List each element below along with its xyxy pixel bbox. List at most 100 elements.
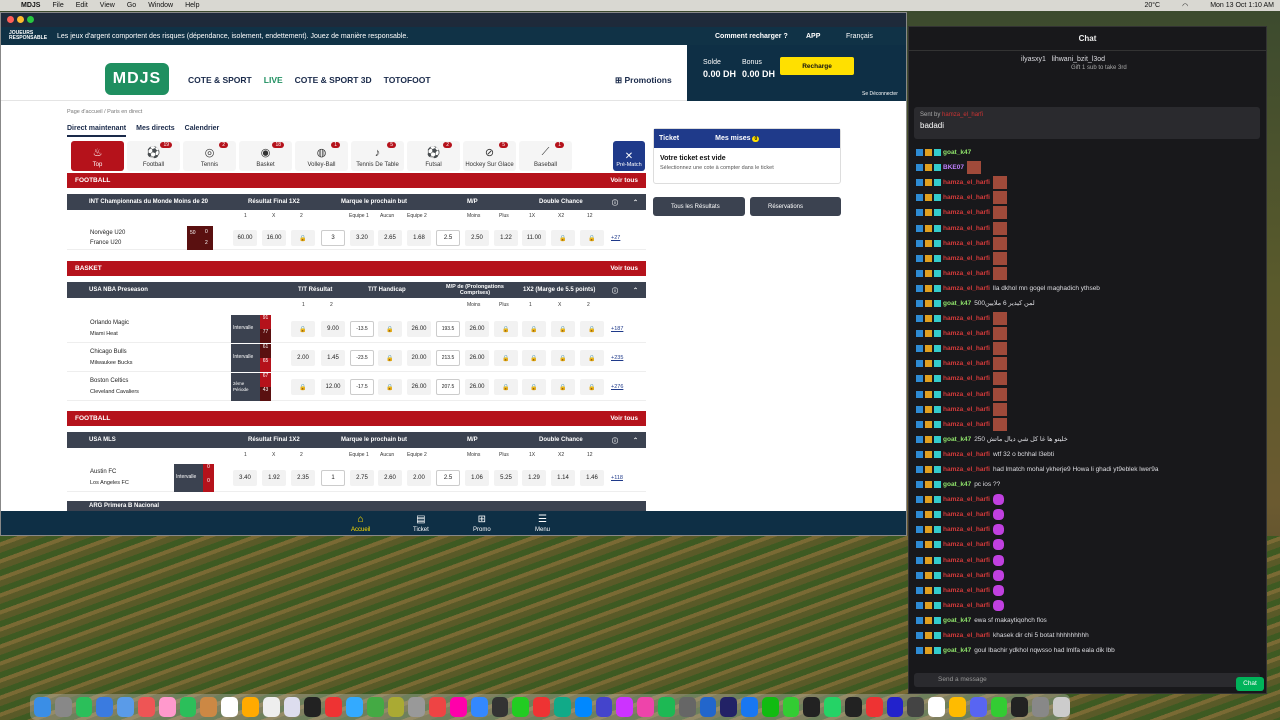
mdjs-logo[interactable]: MDJS [105,63,169,95]
sport-volleyball[interactable]: 1 ◍ Volley-Ball [295,141,348,171]
chat-username[interactable]: goat_k47 [943,647,971,654]
nav-promo[interactable]: ⊞ Promo [473,514,491,533]
dock-app-icon[interactable] [678,697,696,717]
info-icon[interactable]: ⓘ [612,198,618,207]
odd-button[interactable]: 3.40 [233,470,257,486]
chat-username[interactable]: BKE07 [943,164,964,171]
dock-app-icon[interactable] [824,697,842,717]
odd-button[interactable]: 2.60 [378,470,402,486]
dock-app-icon[interactable] [1011,697,1029,717]
dock-app-icon[interactable] [533,697,550,717]
see-all-link[interactable]: Voir tous [610,177,638,184]
odd-button[interactable]: 16.00 [262,230,286,246]
line-select[interactable]: -23.5 [350,350,374,366]
sport-top[interactable]: ♨ Top [71,141,124,171]
dock-app-icon[interactable] [720,697,738,717]
dock-app-icon[interactable] [907,697,925,717]
minimize-icon[interactable] [17,16,24,23]
line-select[interactable]: 2.5 [436,470,460,486]
chat-username[interactable]: hamza_el_harfi [943,209,990,216]
odd-button[interactable]: 2.65 [378,230,402,246]
match-row[interactable]: Boston Celtics Cleveland Cavaliers 2ème … [67,373,646,401]
odd-button[interactable]: 1.29 [522,470,546,486]
chat-username[interactable]: hamza_el_harfi [943,240,990,247]
chat-username[interactable]: hamza_el_harfi [943,541,990,548]
breadcrumb[interactable]: Page d'accueil / Paris en direct [67,109,142,115]
chat-username[interactable]: hamza_el_harfi [943,587,990,594]
nav-live[interactable]: LIVE [264,75,283,85]
odd-button[interactable]: 20.00 [407,350,431,366]
language-select[interactable]: Français [846,33,873,40]
zoom-icon[interactable] [27,16,34,23]
goal-input[interactable]: 1 [321,470,345,486]
dock-app-icon[interactable] [803,697,821,717]
line-select[interactable]: 193.5 [436,321,460,337]
app-link[interactable]: APP [806,33,820,40]
dock-app-icon[interactable] [657,697,675,717]
sport-baseball[interactable]: 1 ⟋ Baseball [519,141,572,171]
close-icon[interactable] [7,16,14,23]
chat-username[interactable]: hamza_el_harfi [943,557,990,564]
dock-app-icon[interactable] [54,697,72,717]
dock-app-icon[interactable] [34,697,51,717]
dock-app-icon[interactable] [1032,697,1050,717]
nav-cote-sport-3d[interactable]: COTE & SPORT 3D [295,75,372,85]
match-row[interactable]: Norvège U20 France U20 50 0 2 60.00 16.00 … [67,226,646,250]
odd-button[interactable]: 2.00 [407,470,431,486]
match-row[interactable]: Orlando Magic Miami Heat Intervalle 91 77 … [67,315,646,343]
tab-my-live[interactable]: Mes directs [136,125,175,137]
dock-app-icon[interactable] [325,697,342,717]
odd-button[interactable]: 1.92 [262,470,286,486]
chat-username[interactable]: hamza_el_harfi [943,194,990,201]
see-all-link[interactable]: Voir tous [610,415,638,422]
nav-cote-sport[interactable]: COTE & SPORT [188,75,252,85]
odd-button[interactable]: 2.75 [350,470,374,486]
odd-button[interactable]: 11.00 [522,230,546,246]
nav-menu[interactable]: ☰ Menu [535,514,550,533]
odd-button[interactable]: 1.14 [551,470,575,486]
odd-button[interactable]: 1.68 [407,230,431,246]
dock-app-icon[interactable] [761,697,779,717]
dock-app-icon[interactable] [241,697,259,717]
chat-username[interactable]: hamza_el_harfi [943,179,990,186]
chat-username[interactable]: hamza_el_harfi [943,572,990,579]
chat-username[interactable]: goat_k47 [943,436,971,443]
chevron-up-icon[interactable]: ⌃ [633,287,638,294]
dock-app-icon[interactable] [990,697,1008,717]
line-select[interactable]: -17.5 [350,379,374,395]
goal-input[interactable]: 3 [321,230,345,246]
sport-tennis[interactable]: 2 ◎ Tennis [183,141,236,171]
chat-username[interactable]: hamza_el_harfi [943,406,990,413]
chevron-up-icon[interactable]: ⌃ [633,199,638,206]
promotions-link[interactable]: ⊞ Promotions [615,75,672,86]
odd-button[interactable]: 1.06 [465,470,489,486]
more-markets-link[interactable]: +235 [611,355,623,361]
chat-username[interactable]: hamza_el_harfi [943,421,990,428]
dock-app-icon[interactable] [387,697,405,717]
dock-app-icon[interactable] [928,697,946,717]
more-markets-link[interactable]: +27 [611,235,620,241]
chat-username[interactable]: hamza_el_harfi [943,315,990,322]
line-select[interactable]: -13.5 [350,321,374,337]
wifi-icon[interactable]: ◠ [1182,2,1188,10]
dock-app-icon[interactable] [408,697,426,717]
dock-app-icon[interactable] [782,697,800,717]
dock-app-icon[interactable] [1053,697,1070,717]
dock-app-icon[interactable] [200,697,218,717]
tab-my-bets[interactable]: Mes mises 0 [715,135,760,142]
chat-username[interactable]: hamza_el_harfi [943,526,990,533]
chat-username[interactable]: hamza_el_harfi [943,632,990,639]
chat-username[interactable]: goat_k47 [943,149,971,156]
menu-file[interactable]: File [52,2,63,9]
chat-username[interactable]: goat_k47 [943,300,971,307]
odd-button[interactable]: 5.25 [494,470,518,486]
dock-app-icon[interactable] [969,697,987,717]
nav-ticket[interactable]: ▤ Ticket [413,514,429,533]
see-all-link[interactable]: Voir tous [610,265,638,272]
chevron-up-icon[interactable]: ⌃ [633,437,638,444]
match-row[interactable]: Chicago Bulls Milwaukee Bucks Intervalle… [67,344,646,372]
odd-button[interactable]: 26.00 [407,321,431,337]
odd-button[interactable]: 9.00 [321,321,345,337]
prematch-button[interactable]: ✕ Pré-Match [613,141,645,171]
dock-app-icon[interactable] [117,697,134,717]
